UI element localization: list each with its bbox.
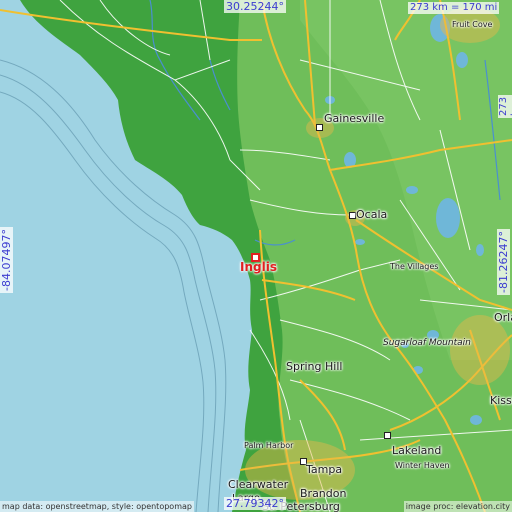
label-tampa: Tampa xyxy=(306,463,343,476)
label-orlando: Orlando xyxy=(494,311,512,324)
map-canvas xyxy=(0,0,512,512)
city-marker-gainesville xyxy=(316,124,323,131)
label-palm-harbor: Palm Harbor xyxy=(244,441,294,450)
label-sugarloaf-mountain: Sugarloaf Mountain xyxy=(383,338,471,348)
coord-top-lat: 30.25244° xyxy=(224,0,286,13)
map[interactable]: Inglis Gainesville Ocala The Villages Su… xyxy=(0,0,512,512)
label-spring-hill: Spring Hill xyxy=(286,360,343,373)
label-winter-haven: Winter Haven xyxy=(395,461,450,470)
coord-bottom-lat: 27.79342° xyxy=(224,497,286,510)
attribution-right: image proc: elevation.city xyxy=(403,501,512,512)
place-name: Inglis xyxy=(240,260,277,274)
label-lakeland: Lakeland xyxy=(392,444,442,457)
coord-right-lon: -81.26247° xyxy=(497,229,510,295)
label-ocala: Ocala xyxy=(356,208,388,221)
label-the-villages: The Villages xyxy=(390,262,439,271)
label-brandon: Brandon xyxy=(300,487,347,500)
scale-horizontal: 273 km = 170 mi xyxy=(408,2,500,14)
coord-left-lon: -84.07497° xyxy=(0,227,13,293)
city-marker-lakeland xyxy=(384,432,391,439)
label-kissimmee: Kissimmee xyxy=(490,394,512,407)
label-clearwater: Clearwater xyxy=(228,478,289,491)
label-gainesville: Gainesville xyxy=(324,112,385,125)
label-fruit-cove: Fruit Cove xyxy=(452,20,493,29)
attribution-left: map data: openstreetmap, style: opentopo… xyxy=(0,501,194,512)
scale-vertical: 273 km = 170 mi xyxy=(498,94,512,118)
city-marker-ocala xyxy=(349,212,356,219)
